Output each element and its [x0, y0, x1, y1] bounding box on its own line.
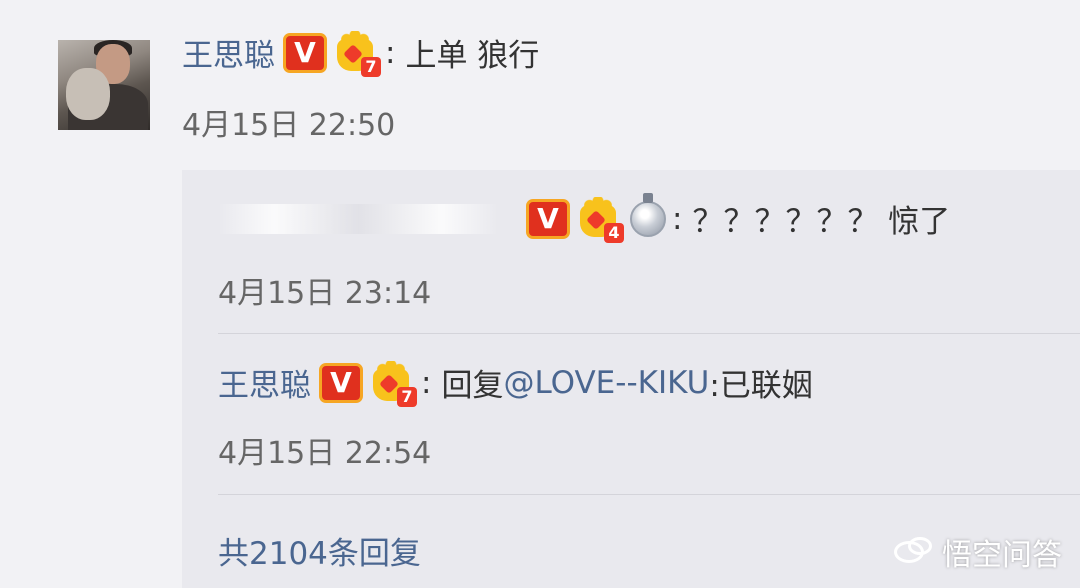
comment-time: 4月15日 22:50 — [182, 108, 396, 143]
reply-divider — [218, 494, 1080, 495]
reply-text: ？？？？？？ 惊了 — [692, 204, 951, 240]
reply-header: V 4 : ？？？？？？ 惊了 — [218, 192, 951, 243]
fan-crown-icon: 7 — [371, 360, 417, 407]
verified-v-icon: V — [283, 32, 327, 73]
reply-time: 4月15日 22:54 — [218, 436, 432, 471]
watermark-text: 悟空问答 — [942, 538, 1062, 573]
speech-bubbles-icon — [894, 537, 934, 567]
fan-level-number: 4 — [604, 222, 624, 243]
comment-header: 王思聪 V 7 : 上单 狼行 — [182, 30, 540, 77]
reply-prefix: 回复 — [441, 368, 504, 404]
fan-crown-icon: 4 — [578, 196, 624, 243]
reply-time: 4月15日 23:14 — [218, 276, 432, 311]
verified-v-icon: V — [319, 362, 363, 403]
fan-crown-icon: 7 — [335, 30, 381, 77]
reply-header: 王思聪 V 7 : 回复 @LOVE--KIKU :已联姻 — [218, 360, 813, 407]
comment-author[interactable]: 王思聪 — [182, 30, 275, 75]
hidden-author-name — [218, 203, 498, 234]
colon: : — [421, 364, 432, 401]
colon: : — [672, 200, 683, 237]
reply-author[interactable]: 王思聪 — [218, 360, 311, 405]
more-replies-link[interactable]: 共2104条回复 — [218, 528, 421, 573]
watermark: 悟空问答 — [894, 530, 1062, 574]
colon: : — [385, 34, 396, 71]
user-avatar[interactable] — [58, 40, 150, 130]
fan-level-number: 7 — [361, 56, 381, 77]
fan-level-number: 7 — [397, 386, 417, 407]
verified-v-icon: V — [526, 198, 570, 239]
comment-text: 上单 狼行 — [405, 38, 540, 74]
mention-link[interactable]: @LOVE--KIKU — [503, 365, 709, 401]
reply-text: :已联姻 — [709, 368, 813, 404]
reply-divider — [218, 333, 1080, 334]
silver-medal-icon — [630, 192, 666, 237]
avatar-pet — [66, 68, 110, 120]
